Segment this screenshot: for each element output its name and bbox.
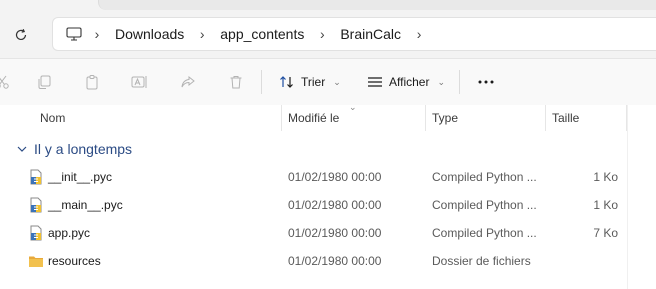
- copy-icon[interactable]: [34, 73, 54, 91]
- share-icon[interactable]: [178, 73, 198, 91]
- view-button[interactable]: Afficher ⌄: [367, 71, 445, 93]
- address-bar[interactable]: › Downloads › app_contents › BrainCalc ›: [52, 17, 656, 51]
- chevron-right-icon[interactable]: ›: [407, 26, 431, 42]
- rename-icon[interactable]: [130, 73, 150, 91]
- file-row[interactable]: __init__.pyc 01/02/1980 00:00 Compiled P…: [0, 163, 656, 191]
- toolbar-divider: [261, 70, 262, 94]
- file-name: __init__.pyc: [48, 170, 113, 184]
- file-modified: 01/02/1980 00:00: [288, 170, 382, 184]
- column-header-type[interactable]: Type: [432, 111, 458, 125]
- breadcrumb-app-contents[interactable]: app_contents: [214, 26, 310, 42]
- folder-row[interactable]: resources 01/02/1980 00:00 Dossier de fi…: [0, 247, 656, 275]
- python-file-icon: [30, 225, 42, 241]
- sort-button[interactable]: Trier ⌄: [279, 71, 341, 93]
- group-header[interactable]: Il y a longtemps: [16, 141, 132, 157]
- sort-label: Trier: [301, 75, 326, 89]
- sort-caret-icon: ⌄: [349, 102, 357, 112]
- file-list: Nom ⌄ Modifié le Type Taille Il y a long…: [0, 102, 656, 289]
- column-divider[interactable]: [281, 105, 282, 131]
- file-row[interactable]: app.pyc 01/02/1980 00:00 Compiled Python…: [0, 219, 656, 247]
- file-row[interactable]: __main__.pyc 01/02/1980 00:00 Compiled P…: [0, 191, 656, 219]
- chevron-right-icon[interactable]: ›: [190, 26, 214, 42]
- column-header-size[interactable]: Taille: [552, 111, 579, 125]
- chevron-down-icon[interactable]: [16, 143, 28, 155]
- file-name: resources: [48, 254, 101, 268]
- more-options-button[interactable]: [474, 71, 498, 93]
- cut-icon[interactable]: [0, 73, 12, 91]
- paste-icon[interactable]: [82, 73, 102, 91]
- column-headers: Nom ⌄ Modifié le Type Taille: [0, 102, 656, 131]
- group-label: Il y a longtemps: [34, 141, 133, 157]
- file-modified: 01/02/1980 00:00: [288, 198, 382, 212]
- file-type: Compiled Python ...: [432, 170, 537, 184]
- chevron-right-icon[interactable]: ›: [310, 26, 334, 42]
- python-file-icon: [30, 169, 42, 185]
- chevron-right-icon[interactable]: ›: [85, 26, 109, 42]
- view-label: Afficher: [389, 75, 430, 89]
- breadcrumb-braincalc[interactable]: BrainCalc: [334, 26, 407, 42]
- file-modified: 01/02/1980 00:00: [288, 254, 382, 268]
- file-type: Dossier de fichiers: [432, 254, 531, 268]
- column-divider[interactable]: [545, 105, 546, 131]
- file-modified: 01/02/1980 00:00: [288, 226, 382, 240]
- file-size: 1 Ko: [593, 170, 618, 184]
- more-icon: [478, 80, 494, 84]
- breadcrumb-downloads[interactable]: Downloads: [109, 26, 190, 42]
- this-pc-icon[interactable]: [63, 23, 85, 45]
- tab-edge: [98, 0, 656, 10]
- column-header-name[interactable]: Nom: [40, 111, 65, 125]
- tab-strip: [0, 0, 656, 10]
- column-divider[interactable]: [425, 105, 426, 131]
- file-name: __main__.pyc: [48, 198, 123, 212]
- file-type: Compiled Python ...: [432, 198, 537, 212]
- refresh-icon: [15, 28, 27, 41]
- toolbar-divider: [459, 70, 460, 94]
- sort-icon: [280, 76, 293, 88]
- command-bar: Trier ⌄ Afficher ⌄: [0, 58, 656, 106]
- refresh-button[interactable]: [10, 24, 32, 46]
- chevron-down-icon: ⌄: [333, 76, 341, 87]
- chevron-down-icon: ⌄: [437, 76, 446, 87]
- column-header-modified[interactable]: Modifié le: [288, 111, 339, 125]
- file-size: 7 Ko: [593, 226, 618, 240]
- file-size: 1 Ko: [593, 198, 618, 212]
- file-name: app.pyc: [48, 226, 91, 240]
- file-type: Compiled Python ...: [432, 226, 537, 240]
- python-file-icon: [30, 197, 42, 213]
- scrollbar-track[interactable]: [627, 105, 628, 289]
- delete-icon[interactable]: [226, 73, 246, 91]
- view-icon: [368, 77, 382, 87]
- folder-icon: [29, 256, 43, 267]
